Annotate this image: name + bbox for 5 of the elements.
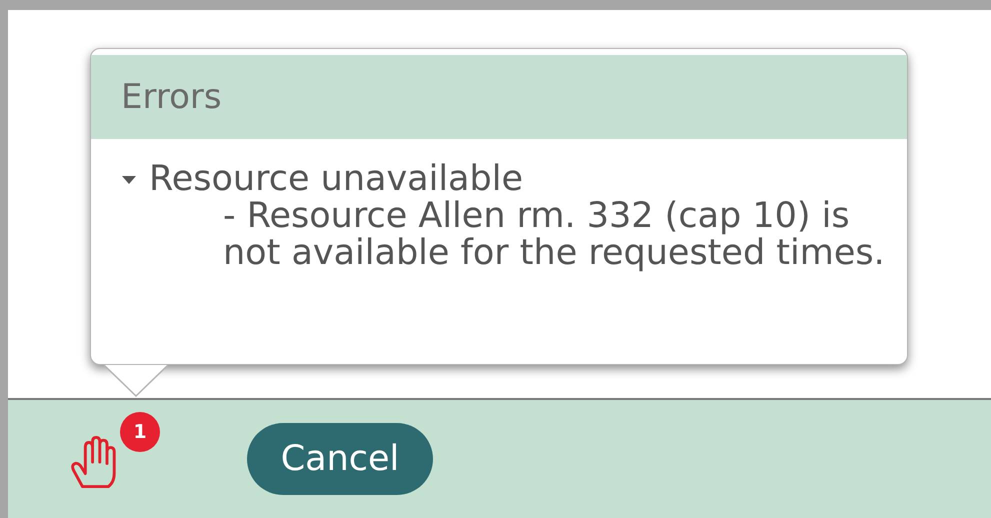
error-message: - Resource Allen rm. 332 (cap 10) is not available for the requested times. [223, 198, 886, 272]
cancel-button[interactable]: Cancel [247, 423, 433, 495]
error-count-badge: 1 [120, 412, 160, 452]
popover-title: Errors [121, 76, 222, 118]
error-group-toggle[interactable]: Resource unavailable [121, 161, 523, 198]
